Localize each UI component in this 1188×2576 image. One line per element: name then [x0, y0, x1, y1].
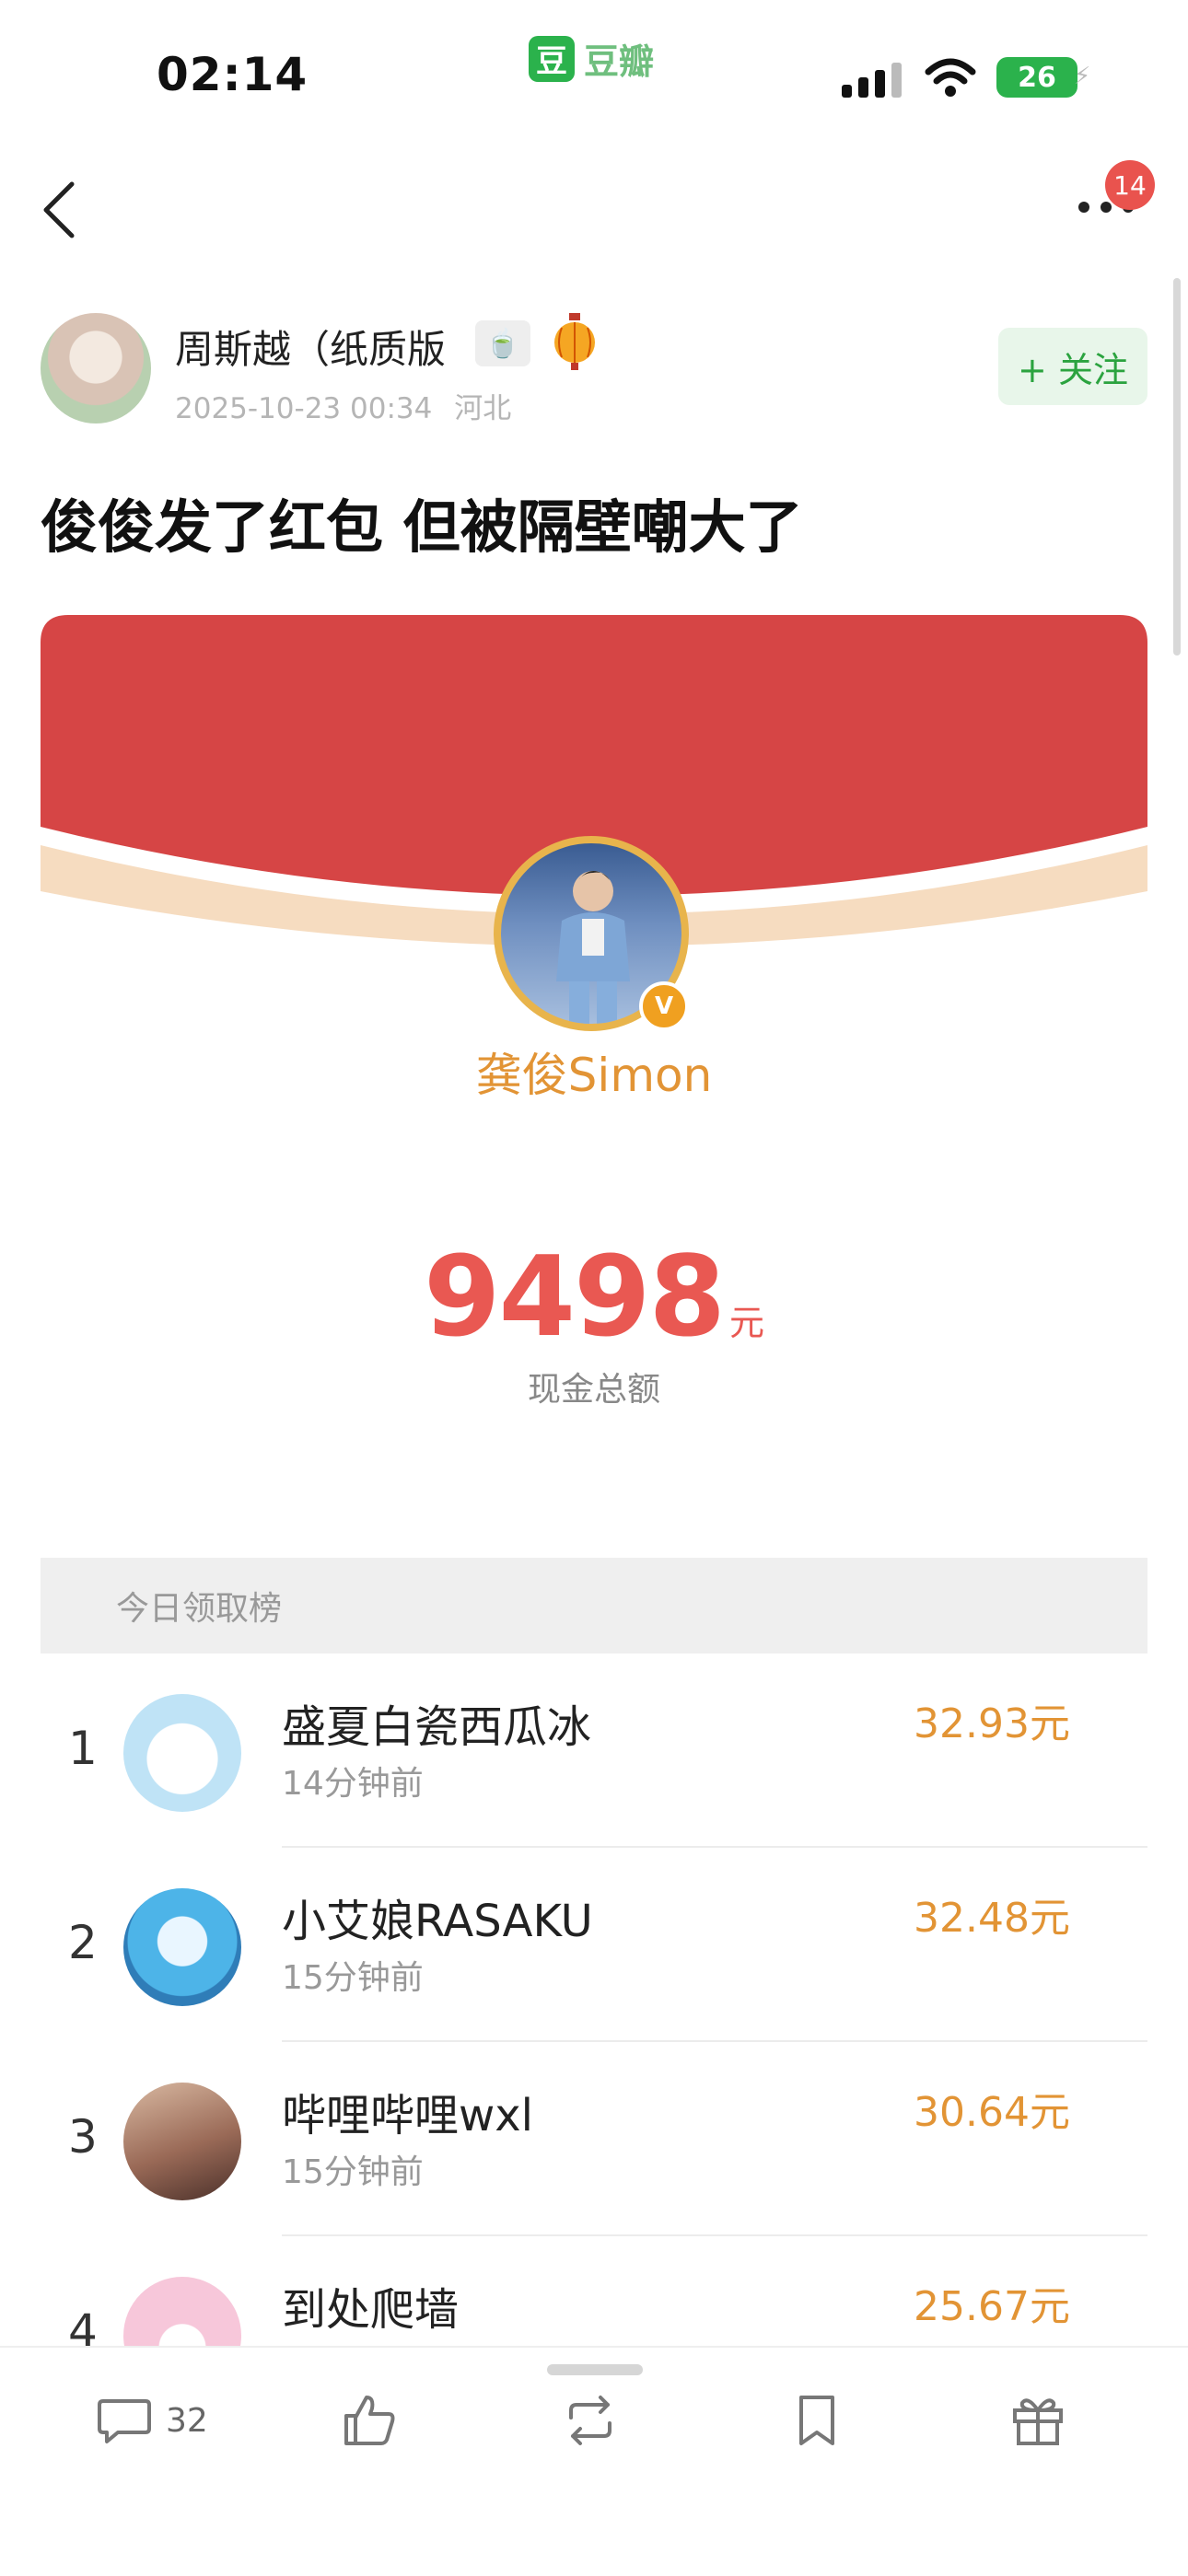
bookmark-button[interactable] [788, 2388, 845, 2453]
avatar[interactable] [123, 1694, 241, 1812]
list-item[interactable]: 3 哔哩哔哩wxl 15分钟前 30.64元 [41, 2042, 1147, 2236]
sender-name[interactable]: 龚俊Simon [0, 1039, 1188, 1105]
author-name[interactable]: 周斯越（纸质版 [175, 319, 446, 375]
claim-amount: 32.48元 [914, 1895, 1070, 1942]
thumbs-up-icon [344, 2396, 395, 2445]
claim-time: 14分钟前 [282, 1765, 424, 1803]
like-button[interactable] [341, 2388, 398, 2453]
comment-icon [98, 2399, 151, 2443]
claim-time: 15分钟前 [282, 2153, 424, 2191]
user-name[interactable]: 小艾娘RASAKU [282, 1885, 593, 1949]
claim-amount: 25.67元 [914, 2283, 1070, 2330]
battery-indicator: 26 [996, 57, 1077, 98]
ranking-list: 1 盛夏白瓷西瓜冰 14分钟前 32.93元 2 小艾娘RASAKU 15分钟前… [41, 1654, 1147, 2431]
repost-icon [569, 2396, 611, 2445]
post-meta: 2025-10-23 00:34 河北 [175, 385, 511, 426]
tea-bowl-icon: 🍵 [475, 320, 530, 366]
claim-amount: 30.64元 [914, 2089, 1070, 2136]
comment-button[interactable]: 32 [96, 2388, 208, 2453]
app-tag: 豆 豆瓣 [529, 33, 654, 84]
cellular-signal-icon [842, 63, 902, 98]
rank-number: 3 [68, 2110, 98, 2164]
douban-logo-icon: 豆 [529, 35, 575, 82]
post-date: 2025-10-23 00:34 [175, 392, 433, 425]
comment-count: 32 [166, 2401, 208, 2440]
total-amount: 9498 [424, 1234, 726, 1362]
post-title: 俊俊发了红包 但被隔壁嘲大了 [41, 493, 803, 561]
ranking-header: 今日领取榜 [41, 1558, 1147, 1654]
rank-number: 2 [68, 1916, 98, 1969]
bookmark-icon [799, 2396, 834, 2445]
list-item[interactable]: 2 小艾娘RASAKU 15分钟前 32.48元 [41, 1848, 1147, 2042]
gift-icon [1013, 2398, 1063, 2445]
wifi-icon [925, 58, 976, 97]
amount-display: 9498 元 [0, 1234, 1188, 1362]
gift-button[interactable] [1009, 2388, 1066, 2453]
user-name[interactable]: 盛夏白瓷西瓜冰 [282, 1690, 591, 1755]
avatar[interactable] [123, 1888, 241, 2006]
amount-unit: 元 [728, 1303, 764, 1343]
notification-badge: 14 [1105, 160, 1155, 210]
charging-bolt-icon: ⚡ [1074, 63, 1091, 90]
post-location: 河北 [454, 392, 512, 425]
claim-time: 15分钟前 [282, 1959, 424, 1997]
repost-button[interactable] [562, 2388, 619, 2453]
amount-label: 现金总额 [527, 1371, 660, 1409]
author-avatar[interactable] [41, 313, 151, 424]
verified-badge-icon: V [639, 981, 689, 1031]
user-name[interactable]: 到处爬墙 [282, 2273, 459, 2338]
rank-number: 1 [68, 1722, 98, 1775]
lantern-icon [554, 313, 595, 370]
follow-button[interactable]: + 关注 [998, 328, 1147, 405]
claim-amount: 32.93元 [914, 1700, 1070, 1747]
back-arrow-icon[interactable] [41, 180, 77, 239]
avatar[interactable] [123, 2083, 241, 2200]
scrollbar[interactable] [1173, 278, 1181, 656]
status-time: 02:14 [157, 48, 309, 101]
home-indicator[interactable] [547, 2364, 643, 2375]
bottom-toolbar [0, 2346, 1188, 2576]
user-name[interactable]: 哔哩哔哩wxl [282, 2079, 533, 2143]
list-item[interactable]: 1 盛夏白瓷西瓜冰 14分钟前 32.93元 [41, 1654, 1147, 1848]
app-name: 豆瓣 [584, 41, 655, 82]
